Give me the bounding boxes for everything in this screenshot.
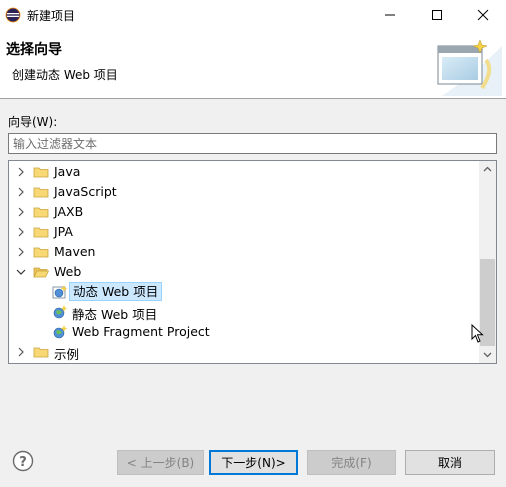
scroll-down-button[interactable] [479, 346, 496, 363]
folder-icon [33, 347, 49, 358]
chevron-right-icon[interactable] [15, 186, 27, 198]
page-title: 选择向导 [6, 42, 62, 58]
page-description: 创建动态 Web 项目 [12, 68, 118, 82]
chevron-right-icon[interactable] [15, 226, 27, 238]
cancel-button[interactable]: 取消 [405, 450, 495, 475]
tree-item-label: Java [54, 164, 81, 179]
static-web-project-icon [53, 305, 68, 319]
tree-item-java[interactable]: Java [9, 162, 479, 182]
close-icon [477, 9, 489, 21]
tree-item-label: 动态 Web 项目 [69, 282, 163, 301]
folder-open-icon [33, 267, 49, 278]
folder-icon [33, 247, 49, 258]
tree-item-label: JAXB [54, 204, 84, 219]
web-fragment-project-icon [53, 325, 68, 339]
wizard-header: 选择向导 创建动态 Web 项目 [0, 30, 506, 99]
next-button[interactable]: 下一步(N)> [209, 450, 298, 475]
tree-item-dynamic-web-project[interactable]: 动态 Web 项目 [9, 282, 479, 302]
maximize-button[interactable] [414, 0, 460, 30]
tree-item-examples[interactable]: 示例 [9, 342, 479, 362]
tree-item-label: 示例 [54, 347, 80, 362]
folder-icon [33, 167, 49, 178]
folder-icon [33, 227, 49, 238]
chevron-down-icon[interactable] [15, 266, 27, 278]
tree-item-label: JavaScript [54, 184, 117, 199]
wizard-tree[interactable]: Java JavaScript JAXB JPA Maven Web 动态 We… [8, 160, 497, 364]
tree-item-jaxb[interactable]: JAXB [9, 202, 479, 222]
chevron-right-icon[interactable] [15, 206, 27, 218]
svg-text:?: ? [19, 455, 27, 470]
wizard-label: 向导(W): [8, 115, 58, 129]
tree-item-maven[interactable]: Maven [9, 242, 479, 262]
tree-item-label: 静态 Web 项目 [72, 307, 158, 322]
back-button[interactable]: < 上一步(B) [117, 450, 204, 475]
minimize-icon [385, 14, 395, 16]
minimize-button[interactable] [367, 0, 413, 30]
chevron-right-icon[interactable] [15, 246, 27, 258]
title-bar: 新建项目 [0, 0, 506, 30]
help-icon[interactable]: ? [12, 450, 34, 472]
chevron-down-icon [483, 352, 492, 358]
window-title: 新建项目 [27, 9, 76, 23]
scroll-up-button[interactable] [479, 161, 496, 178]
maximize-icon [432, 10, 442, 20]
chevron-right-icon[interactable] [15, 166, 27, 178]
tree-item-web[interactable]: Web [9, 262, 479, 282]
chevron-right-icon[interactable] [15, 346, 27, 358]
close-button[interactable] [460, 0, 506, 30]
mouse-cursor-icon [471, 324, 484, 343]
tree-item-label: Web [54, 264, 82, 279]
folder-icon [33, 207, 49, 218]
tree-item-label: Web Fragment Project [72, 324, 210, 339]
finish-button[interactable]: 完成(F) [307, 450, 396, 475]
tree-item-label: Maven [54, 244, 96, 259]
dynamic-web-project-icon [52, 285, 68, 299]
tree-item-javascript[interactable]: JavaScript [9, 182, 479, 202]
eclipse-app-icon [5, 7, 21, 23]
tree-item-label: JPA [54, 224, 73, 239]
tree-item-jpa[interactable]: JPA [9, 222, 479, 242]
filter-input[interactable] [8, 133, 497, 154]
tree-item-web-fragment-project[interactable]: Web Fragment Project [9, 322, 479, 342]
chevron-up-icon [483, 166, 492, 172]
new-wizard-banner-icon [437, 39, 502, 96]
folder-icon [33, 187, 49, 198]
tree-item-static-web-project[interactable]: 静态 Web 项目 [9, 302, 479, 322]
